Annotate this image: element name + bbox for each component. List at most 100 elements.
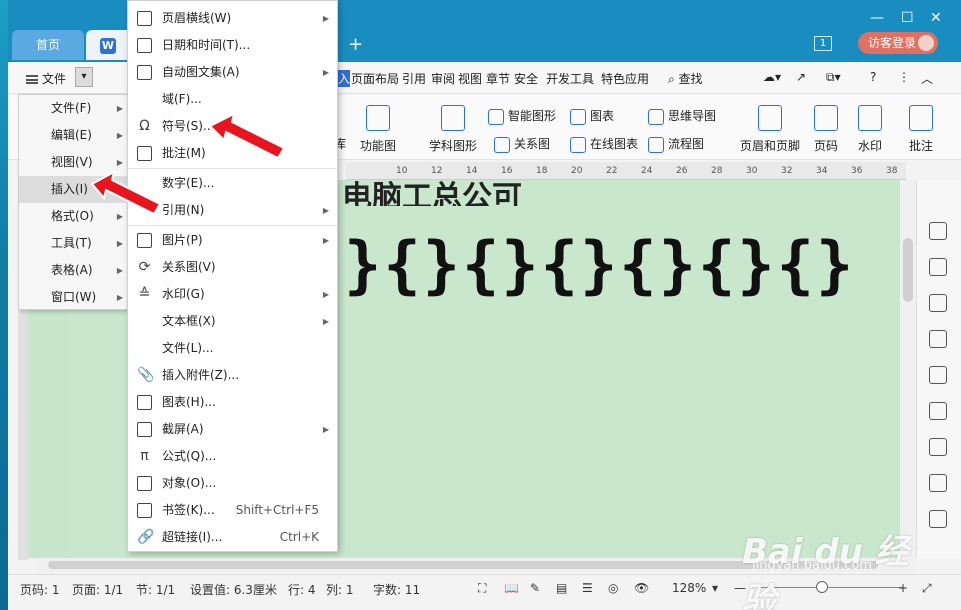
sliders-icon[interactable] xyxy=(929,402,947,420)
menu-item-label: 水印(G) xyxy=(162,287,205,301)
status-row[interactable]: 行: 4 xyxy=(288,581,316,598)
menu-item-date-time[interactable]: 日期和时间(T)... xyxy=(128,32,337,59)
vertical-scroll-thumb[interactable] xyxy=(903,238,913,302)
menu-item-chart[interactable]: 图表(H)... xyxy=(128,389,337,416)
menu-item-edit[interactable]: 编辑(E) ▶ xyxy=(19,122,129,149)
ribbon-function-chart[interactable]: 功能图 xyxy=(353,105,403,154)
minimize-icon[interactable]: — xyxy=(870,10,884,26)
menu-item-file[interactable]: 文件(F) ▶ xyxy=(19,95,129,122)
page-number-icon xyxy=(814,105,838,131)
menu-item-header-line[interactable]: 页眉横线(W) ▶ xyxy=(128,5,337,32)
submenu-arrow-icon: ▶ xyxy=(116,239,123,248)
fullscreen-icon[interactable]: ⛶ xyxy=(478,581,486,596)
ribbon-header-footer[interactable]: 页眉和页脚 xyxy=(734,105,806,154)
ribbon-page-number[interactable]: 页码 xyxy=(806,105,846,154)
table-icon[interactable] xyxy=(929,294,947,312)
shapes-icon[interactable] xyxy=(929,222,947,240)
dropdown-toggle[interactable]: ▾ xyxy=(75,67,93,87)
menu-item-textbox[interactable]: 文本框(X) ▶ xyxy=(128,308,337,335)
menu-item-file[interactable]: 文件(L)... xyxy=(128,335,337,362)
ribbon-chart[interactable]: 图表 xyxy=(570,107,614,125)
edit-icon[interactable]: ✎ xyxy=(530,581,540,595)
search-label: 查找 xyxy=(678,72,703,86)
read-mode-icon[interactable]: 📖 xyxy=(504,581,519,595)
maximize-icon[interactable]: ☐ xyxy=(901,10,914,26)
more-icon[interactable]: ⋮ xyxy=(898,70,910,84)
search-button[interactable]: ⌕ 查找 xyxy=(668,70,703,87)
chart-icon xyxy=(570,108,586,125)
status-col[interactable]: 列: 1 xyxy=(326,581,354,598)
image-icon[interactable] xyxy=(929,438,947,456)
tab-security[interactable]: 安全 xyxy=(514,70,538,87)
grid-icon[interactable] xyxy=(929,330,947,348)
tab-page-layout[interactable]: 页面布局 xyxy=(351,70,399,87)
zoom-dropdown-icon[interactable]: ▾ xyxy=(712,581,718,595)
tab-view[interactable]: 视图 xyxy=(458,70,482,87)
ribbon-watermark[interactable]: 水印 xyxy=(850,105,890,154)
submenu-arrow-icon: ▶ xyxy=(116,266,123,275)
watermark-icon: ≙ xyxy=(138,286,151,302)
document-title-text: 电脑工总公可 xyxy=(342,180,522,206)
login-button[interactable]: 访客登录 xyxy=(858,32,938,54)
menu-item-label: 批注(M) xyxy=(162,146,206,160)
menu-item-table[interactable]: 表格(A) ▶ xyxy=(19,257,129,284)
vertical-scrollbar[interactable] xyxy=(900,180,916,558)
web-view-icon[interactable]: ◎ xyxy=(608,581,618,595)
menu-item-formula[interactable]: π 公式(Q)... xyxy=(128,443,337,470)
new-tab-icon[interactable]: + xyxy=(348,34,363,55)
status-words[interactable]: 字数: 11 xyxy=(373,581,420,598)
menu-item-autotext[interactable]: 自动图文集(A) ▶ xyxy=(128,59,337,86)
layers-icon[interactable] xyxy=(929,258,947,276)
status-setting[interactable]: 设置值: 6.3厘米 xyxy=(190,581,277,598)
ribbon-subject-graphic[interactable]: 学科图形 xyxy=(418,105,488,154)
export-icon[interactable] xyxy=(929,474,947,492)
page-view-icon[interactable]: ▤ xyxy=(556,581,567,595)
layout-icon[interactable]: ⧉▾ xyxy=(826,70,841,85)
tab-references[interactable]: 引用 xyxy=(402,70,426,87)
calendar-icon xyxy=(137,38,152,53)
help-icon[interactable]: ? xyxy=(870,70,876,84)
status-page-num[interactable]: 页码: 1 xyxy=(20,581,60,598)
pi-icon: π xyxy=(140,448,149,464)
outline-icon[interactable]: ☰ xyxy=(582,581,593,595)
status-section[interactable]: 节: 1/1 xyxy=(136,581,175,598)
menu-item-screenshot[interactable]: 截屏(A) ▶ xyxy=(128,416,337,443)
zoom-level[interactable]: 128% xyxy=(672,581,706,595)
menu-item-picture[interactable]: 图片(P) ▶ xyxy=(128,227,337,254)
menu-item-relation-chart[interactable]: ⟳ 关系图(V) xyxy=(128,254,337,281)
tab-home[interactable]: 首页 xyxy=(12,30,84,60)
tab-review[interactable]: 审阅 xyxy=(431,70,455,87)
eye-protect-icon[interactable]: 👁 xyxy=(634,581,649,595)
ribbon-mind-map[interactable]: 思维导图 xyxy=(648,107,716,125)
menu-item-label: 自动图文集(A) xyxy=(162,65,240,79)
menu-item-field[interactable]: 域(F)... xyxy=(128,86,337,113)
tab-insert-active[interactable]: 入 xyxy=(336,70,350,87)
tab-document[interactable]: W文 xyxy=(86,30,132,82)
collapse-icon[interactable]: ︿ xyxy=(921,70,933,87)
tab-developer[interactable]: 开发工具 xyxy=(546,70,594,87)
tab-special-apps[interactable]: 特色应用 xyxy=(601,70,649,87)
file-menu-button[interactable]: 文件 xyxy=(26,70,66,87)
menu-item-watermark[interactable]: ≙ 水印(G) ▶ xyxy=(128,281,337,308)
ribbon-smart-graphic[interactable]: 智能图形 xyxy=(488,107,556,125)
watermark-icon xyxy=(858,105,882,131)
page-badge[interactable]: 1 xyxy=(814,36,832,51)
menu-item-object[interactable]: 对象(O)... xyxy=(128,470,337,497)
menu-item-bookmark[interactable]: 书签(K)... Shift+Ctrl+F5 xyxy=(128,497,337,524)
ruler-tick: 20 xyxy=(571,166,583,176)
ribbon-online-chart[interactable]: 在线图表 xyxy=(570,135,638,153)
tab-chapter[interactable]: 章节 xyxy=(486,70,510,87)
cloud-icon[interactable]: ☁▾ xyxy=(763,70,781,84)
menu-item-hyperlink[interactable]: 🔗 超链接(I)... Ctrl+K xyxy=(128,524,337,551)
relation-chart-icon xyxy=(494,136,510,153)
menu-item-tools[interactable]: 工具(T) ▶ xyxy=(19,230,129,257)
share-icon[interactable]: ↗ xyxy=(796,70,806,84)
menu-item-attachment[interactable]: 📎 插入附件(Z)... xyxy=(128,362,337,389)
ribbon-relation-chart[interactable]: 关系图 xyxy=(494,135,550,153)
bar-chart-icon[interactable] xyxy=(929,366,947,384)
ribbon-flowchart[interactable]: 流程图 xyxy=(648,135,704,153)
close-icon[interactable]: ✕ xyxy=(930,10,942,26)
menu-item-window[interactable]: 窗口(W) ▶ xyxy=(19,284,129,311)
ribbon-comment[interactable]: 批注 xyxy=(901,105,941,154)
status-pages[interactable]: 页面: 1/1 xyxy=(72,581,123,598)
